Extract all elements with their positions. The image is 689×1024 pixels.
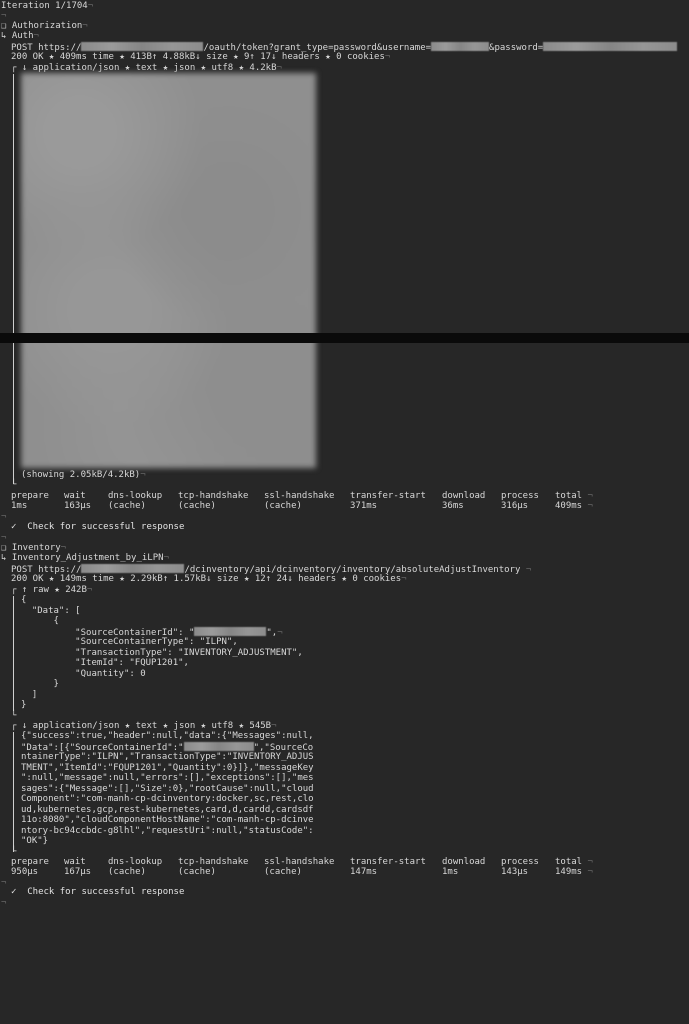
timing-value: (cache) — [178, 501, 216, 511]
timing-value: (cache) — [264, 867, 302, 877]
response-header: ┌ ↓ application/json ★ text ★ json ★ utf… — [11, 63, 282, 73]
timing-value: 147ms — [350, 867, 378, 877]
json-line: } — [21, 679, 59, 689]
response-line: 11o:8080","cloudComponentHostName":"com-… — [21, 815, 314, 825]
timing-label: wait — [64, 491, 86, 501]
json-line: { — [21, 616, 59, 626]
newline-mark: ¬ — [1, 878, 7, 888]
timing-value: 1ms — [442, 867, 459, 877]
open-bracket-icon: ┌ — [11, 721, 17, 731]
timing-value: (cache) — [264, 501, 302, 511]
open-bracket-icon: ┌ — [11, 585, 17, 595]
newline-mark: ¬ — [1, 512, 7, 522]
response-line: "OK"} — [21, 836, 49, 846]
iteration-counter: Iteration 1/1704¬ — [1, 1, 94, 11]
json-line: "SourceContainerType": "ILPN", — [21, 637, 238, 647]
screen-tear-band — [0, 333, 689, 343]
json-line: "TransactionType": "INVENTORY_ADJUSTMENT… — [21, 648, 303, 658]
response-line: ":null,"message":null,"errors":[],"excep… — [21, 773, 314, 783]
request-name-inventory-adjustment: ↳ Inventory_Adjustment_by_iLPN¬ — [1, 553, 169, 563]
json-line: "ItemId": "FQUP1201", — [21, 658, 189, 668]
test-check-1: ✓ Check for successful response — [11, 522, 185, 532]
newline-mark: ¬ — [1, 11, 7, 21]
open-bracket-icon: ┌ — [11, 63, 17, 73]
timing-value: 167µs — [64, 867, 92, 877]
timing-label: total ¬ — [555, 491, 593, 501]
timing-label: transfer-start — [350, 857, 426, 867]
timing-value: 316µs — [501, 501, 529, 511]
folder-inventory: ❑ Inventory¬ — [1, 543, 67, 553]
response-line: Component":"com-manh-cp-dcinventory:dock… — [21, 794, 314, 804]
json-line: { — [21, 595, 27, 605]
item-arrow-icon: ↳ — [1, 31, 7, 41]
redacted-container-id — [194, 627, 267, 636]
timing-label: dns-lookup — [108, 857, 163, 867]
response-line: TMENT","ItemId":"FQUP1201","Quantity":0}… — [21, 763, 314, 773]
json-line: "Data": [ — [21, 606, 81, 616]
status-line: 200 OK ★ 409ms time ★ 413B↑ 4.88kB↓ size… — [11, 52, 391, 62]
raw-body-tree-line — [13, 596, 14, 711]
response-close: └ — [11, 847, 17, 857]
redacted-username — [431, 42, 490, 51]
request-name-auth: ↳ Auth¬ — [1, 31, 39, 41]
item-arrow-icon: ↳ — [1, 553, 7, 563]
json-line: } — [21, 700, 27, 710]
showing-size: (showing 2.05kB/4.2kB)¬ — [21, 470, 146, 480]
timing-label: ssl-handshake — [264, 491, 335, 501]
folder-icon: ❑ — [1, 543, 7, 553]
timing-label: tcp-handshake — [178, 857, 249, 867]
response-line: {"success":true,"header":null,"data":{"M… — [21, 731, 314, 741]
raw-body-close: └ — [11, 711, 17, 721]
timing-value: 143µs — [501, 867, 529, 877]
json-line: ] — [21, 690, 38, 700]
response-line: ud,kubernetes,gcp,rest-kubernetes,card,d… — [21, 805, 314, 815]
response-close: └ — [11, 480, 17, 490]
timing-value: 149ms ¬ — [555, 867, 593, 877]
timing-label: prepare — [11, 491, 49, 501]
response-line: sages":{"Message":[],"Size":0},"rootCaus… — [21, 784, 314, 794]
timing-label: total ¬ — [555, 857, 593, 867]
timing-label: ssl-handshake — [264, 857, 335, 867]
status-line: 200 OK ★ 149ms time ★ 2.29kB↑ 1.57kB↓ si… — [11, 574, 407, 584]
timing-value: (cache) — [108, 867, 146, 877]
timing-label: prepare — [11, 857, 49, 867]
response-header: ┌ ↓ application/json ★ text ★ json ★ utf… — [11, 721, 277, 731]
timing-value: (cache) — [178, 867, 216, 877]
timing-label: dns-lookup — [108, 491, 163, 501]
timing-value: 36ms — [442, 501, 464, 511]
raw-request-header: ┌ ↑ raw ★ 242B¬ — [11, 585, 93, 595]
folder-authorization: ❑ Authorization¬ — [1, 21, 88, 31]
redacted-host — [81, 42, 204, 51]
timing-label: tcp-handshake — [178, 491, 249, 501]
timing-value: 163µs — [64, 501, 92, 511]
redacted-password — [543, 42, 678, 51]
response-tree-line — [13, 732, 14, 852]
timing-value: 371ms — [350, 501, 378, 511]
response-line: ntory-bc94ccbdc-g8lhl","requestUri":null… — [21, 826, 314, 836]
timing-label: transfer-start — [350, 491, 426, 501]
response-tree-line — [13, 74, 14, 484]
redacted-host — [81, 564, 185, 573]
timing-label: download — [442, 857, 486, 867]
timing-label: download — [442, 491, 486, 501]
timing-value: 950µs — [11, 867, 39, 877]
folder-icon: ❑ — [1, 21, 7, 31]
json-line: "Quantity": 0 — [21, 669, 146, 679]
timing-label: process — [501, 491, 539, 501]
timing-value: 1ms — [11, 501, 28, 511]
response-line: ntainerType":"ILPN","TransactionType":"I… — [21, 752, 314, 762]
redacted-response-body — [21, 73, 316, 468]
timing-label: process — [501, 857, 539, 867]
newline-mark: ¬ — [1, 533, 7, 543]
redacted-container-id — [183, 742, 254, 751]
timing-label: wait — [64, 857, 86, 867]
timing-value: (cache) — [108, 501, 146, 511]
timing-value: 409ms ¬ — [555, 501, 593, 511]
newline-mark: ¬ — [1, 898, 7, 908]
test-check-2: ✓ Check for successful response — [11, 887, 185, 897]
